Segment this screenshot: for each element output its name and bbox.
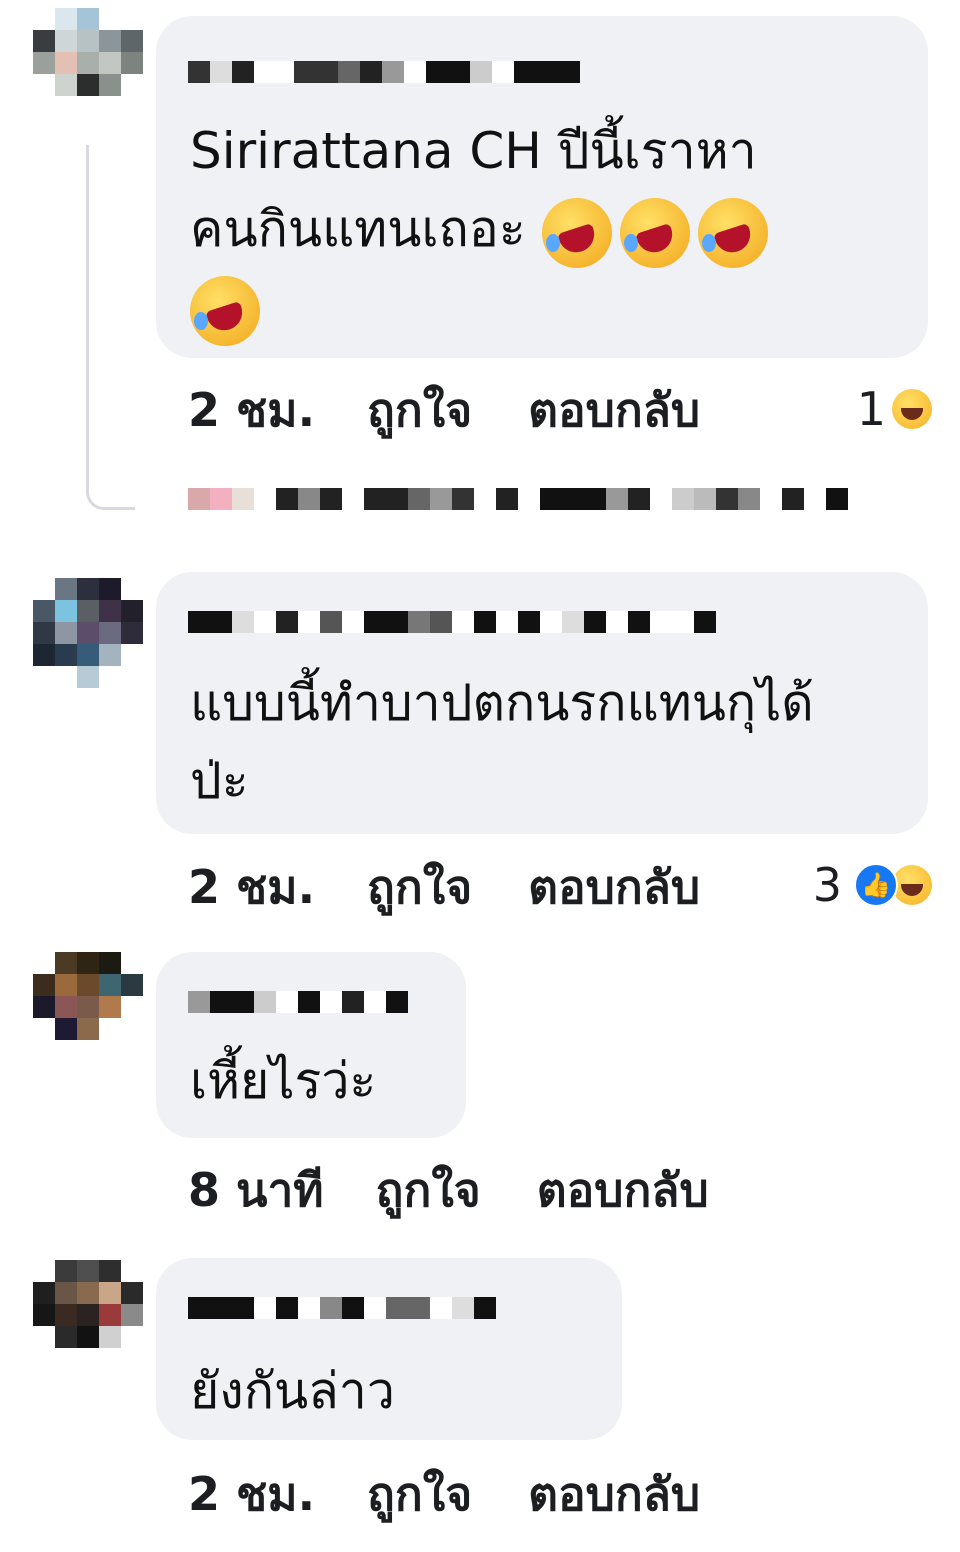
comment-bubble: เหี้ยไรว่ะ: [156, 952, 466, 1138]
avatar[interactable]: [33, 952, 143, 1062]
rolling-laughing-icon: [190, 275, 260, 346]
comment-text: Sirirattana CH ปีนี้เราหา คนกินแทนเถอะ: [190, 112, 776, 346]
like-icon: 👍: [854, 863, 898, 907]
comment-bubble: ยังกันล่าว: [156, 1258, 622, 1440]
reply-button[interactable]: ตอบกลับ: [528, 1458, 700, 1531]
comment-time[interactable]: 2 ชม.: [188, 851, 315, 924]
reply-button[interactable]: ตอบกลับ: [537, 1154, 709, 1227]
reaction-summary[interactable]: 3 👍: [813, 858, 932, 912]
comment-time[interactable]: 2 ชม.: [188, 374, 315, 447]
like-button[interactable]: ถูกใจ: [376, 1154, 481, 1227]
comment-bubble: แบบนี้ทำบาปตกนรกแทนกุได้ ป่ะ: [156, 572, 928, 834]
commenter-name-redacted[interactable]: [188, 600, 716, 644]
comment-text: เหี้ยไรว่ะ: [190, 1052, 377, 1110]
comment-actions: 2 ชม. ถูกใจ ตอบกลับ: [188, 1464, 700, 1524]
like-button[interactable]: ถูกใจ: [367, 374, 472, 447]
avatar[interactable]: [33, 1260, 143, 1370]
comment-time[interactable]: 2 ชม.: [188, 1458, 315, 1531]
reply-button[interactable]: ตอบกลับ: [528, 851, 700, 924]
reaction-count: 3: [812, 858, 842, 912]
reply-thread-line: [86, 145, 135, 510]
reaction-summary[interactable]: 1: [857, 382, 932, 436]
commenter-name-redacted[interactable]: [188, 50, 580, 94]
commenter-name-redacted[interactable]: [188, 980, 408, 1024]
comment-actions: 2 ชม. ถูกใจ ตอบกลับ: [188, 380, 700, 440]
haha-icon: [892, 865, 932, 905]
reaction-count: 1: [856, 382, 886, 436]
avatar[interactable]: [33, 8, 143, 118]
avatar[interactable]: [33, 578, 143, 688]
commenter-name-redacted[interactable]: [188, 1286, 496, 1330]
reply-button[interactable]: ตอบกลับ: [528, 374, 700, 447]
view-replies-redacted[interactable]: [188, 488, 848, 510]
comment-actions: 2 ชม. ถูกใจ ตอบกลับ: [188, 857, 700, 917]
comment-time[interactable]: 8 นาที: [188, 1154, 324, 1227]
comment-actions: 8 นาที ถูกใจ ตอบกลับ: [188, 1160, 709, 1220]
comment-text: แบบนี้ทำบาปตกนรกแทนกุได้ ป่ะ: [190, 674, 814, 810]
comment-bubble: Sirirattana CH ปีนี้เราหา คนกินแทนเถอะ: [156, 16, 928, 358]
like-button[interactable]: ถูกใจ: [367, 1458, 472, 1531]
haha-icon: [892, 389, 932, 429]
comment-text: ยังกันล่าว: [190, 1362, 395, 1420]
rolling-laughing-icon: [541, 197, 612, 268]
rolling-laughing-icon: [697, 197, 768, 268]
like-button[interactable]: ถูกใจ: [367, 851, 472, 924]
rolling-laughing-icon: [619, 197, 690, 268]
